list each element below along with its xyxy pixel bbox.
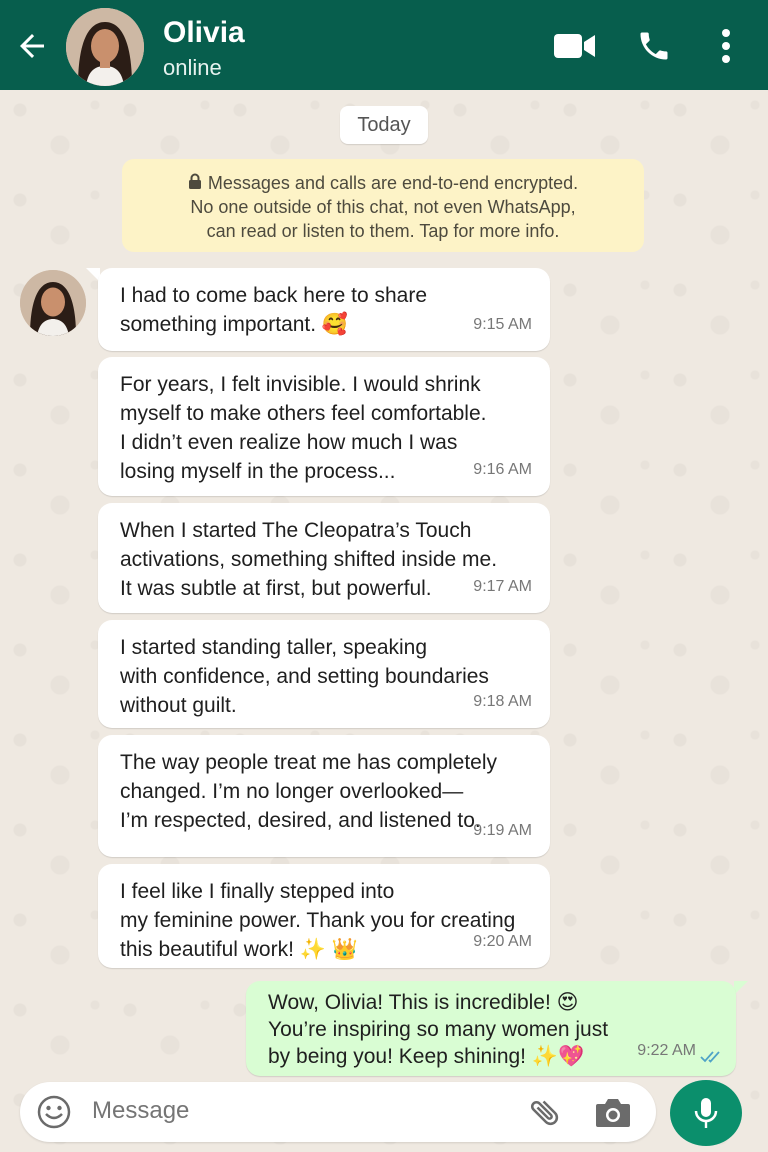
sender-avatar[interactable]: [20, 270, 86, 336]
message-input[interactable]: [92, 1097, 512, 1125]
mic-button[interactable]: [670, 1080, 742, 1146]
message-time: 9:17 AM: [473, 578, 532, 595]
contact-status: online: [163, 55, 222, 80]
message-bubble-incoming[interactable]: When I started The Cleopatra’s Touch act…: [98, 503, 550, 613]
camera-icon[interactable]: [594, 1095, 632, 1129]
double-check-read-icon: [700, 1051, 720, 1063]
message-bubble-incoming[interactable]: I started standing taller, speaking with…: [98, 620, 550, 728]
arrow-left-icon[interactable]: [14, 28, 50, 64]
attach-icon[interactable]: [528, 1095, 562, 1129]
message-text: I started standing taller, speaking with…: [120, 636, 489, 717]
message-bubble-incoming[interactable]: For years, I felt invisible. I would shr…: [98, 357, 550, 496]
message-bubble-outgoing[interactable]: Wow, Olivia! This is incredible! 😍 You’r…: [246, 981, 736, 1076]
message-bubble-incoming[interactable]: I feel like I finally stepped into my fe…: [98, 864, 550, 968]
message-bubble-incoming[interactable]: The way people treat me has completely c…: [98, 735, 550, 857]
encryption-notice[interactable]: Messages and calls are end-to-end encryp…: [122, 159, 644, 252]
chat-header: Olivia online: [0, 0, 768, 90]
encryption-text: Messages and calls are end-to-end encryp…: [190, 173, 579, 241]
mic-icon: [694, 1098, 718, 1128]
lock-icon: [188, 173, 201, 189]
message-text: The way people treat me has completely c…: [120, 751, 498, 832]
bubble-tail-outgoing: [734, 981, 748, 995]
message-time: 9:19 AM: [473, 822, 532, 839]
video-call-icon[interactable]: [554, 32, 596, 60]
more-vertical-icon[interactable]: [716, 28, 736, 64]
message-bubble-incoming[interactable]: I had to come back here to share somethi…: [98, 268, 550, 351]
message-time: 9:20 AM: [473, 933, 532, 950]
message-text: I had to come back here to share somethi…: [120, 284, 428, 336]
message-text: When I started The Cleopatra’s Touch act…: [120, 519, 498, 600]
emoji-icon[interactable]: [36, 1094, 72, 1130]
message-time: 9:16 AM: [473, 461, 532, 478]
message-time: 9:15 AM: [473, 316, 532, 333]
message-composer: [20, 1082, 656, 1142]
message-time: 9:18 AM: [473, 693, 532, 710]
contact-name[interactable]: Olivia: [163, 16, 245, 50]
message-time: 9:22 AM: [637, 1042, 696, 1059]
message-text: For years, I felt invisible. I would shr…: [120, 373, 487, 483]
contact-avatar[interactable]: [66, 8, 144, 86]
message-text: I feel like I finally stepped into my fe…: [120, 880, 516, 961]
phone-icon[interactable]: [636, 28, 672, 64]
date-separator: Today: [340, 106, 428, 144]
